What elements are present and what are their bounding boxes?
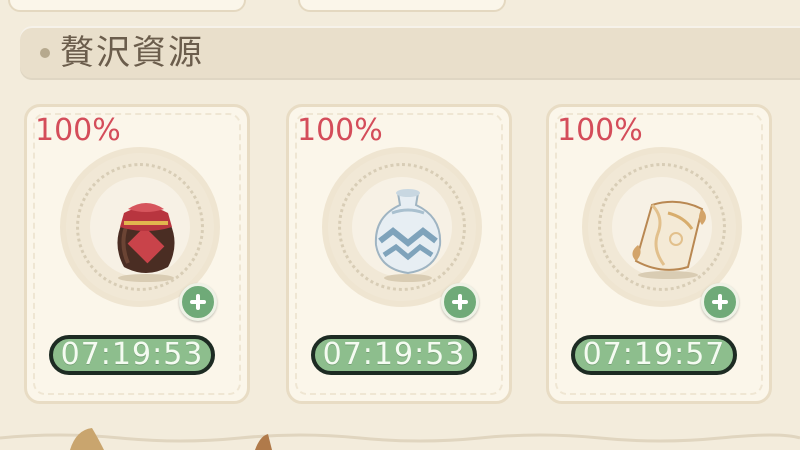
timer-text: 07:19:57 bbox=[582, 337, 726, 372]
silk-scroll-icon bbox=[632, 200, 706, 279]
countdown-timer: 07:19:53 bbox=[49, 335, 215, 375]
countdown-timer: 07:19:53 bbox=[311, 335, 477, 375]
timer-text: 07:19:53 bbox=[322, 337, 466, 372]
top-strip bbox=[0, 0, 800, 14]
percent-label: 100% bbox=[297, 113, 383, 148]
percent-label: 100% bbox=[35, 113, 121, 148]
resource-card-jar[interactable]: 100% 07:19:53 bbox=[24, 104, 250, 404]
wine-jar-icon bbox=[117, 203, 175, 282]
resource-card-silk[interactable]: 100% 07:19:57 bbox=[546, 104, 772, 404]
bullet-dot-icon bbox=[40, 48, 50, 58]
top-tab-right[interactable] bbox=[298, 0, 506, 12]
resource-card-vase[interactable]: 100% 07:19:53 bbox=[286, 104, 512, 404]
add-button[interactable] bbox=[701, 283, 739, 321]
percent-label: 100% bbox=[557, 113, 643, 148]
section-header: 贅沢資源 bbox=[20, 26, 800, 80]
timer-text: 07:19:53 bbox=[60, 337, 204, 372]
section-title: 贅沢資源 bbox=[60, 33, 204, 73]
countdown-timer: 07:19:57 bbox=[571, 335, 737, 375]
bottom-decoration bbox=[0, 428, 800, 450]
add-button[interactable] bbox=[179, 283, 217, 321]
add-button[interactable] bbox=[441, 283, 479, 321]
top-tab-left[interactable] bbox=[8, 0, 246, 12]
porcelain-vase-icon bbox=[374, 189, 442, 282]
